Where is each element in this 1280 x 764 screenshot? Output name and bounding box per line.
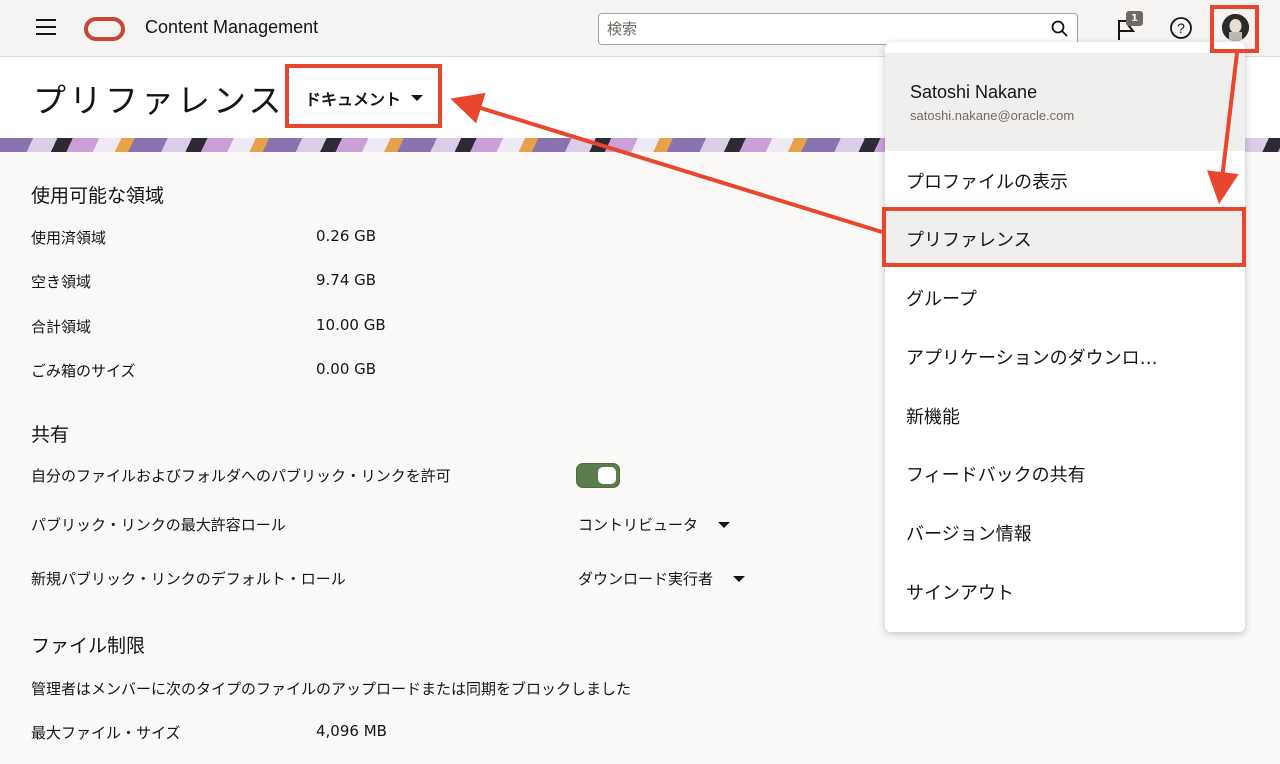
total-space-label: 合計領域 (31, 318, 92, 336)
highlight-preferences-item (882, 207, 1246, 267)
default-role-select[interactable]: ダウンロード実行者 (578, 568, 746, 589)
help-icon[interactable]: ? (1169, 16, 1193, 40)
search-input[interactable] (599, 14, 1039, 44)
user-name: Satoshi Nakane (910, 82, 1038, 102)
default-role-value: ダウンロード実行者 (578, 570, 714, 588)
user-email: satoshi.nakane@oracle.com (910, 108, 1075, 123)
page-title: プリファレンス (33, 81, 285, 120)
menu-item-download-apps[interactable]: アプリケーションのダウンロ… (885, 327, 1245, 385)
search-icon[interactable] (1051, 20, 1069, 38)
menu-item-label: グループ (906, 289, 977, 310)
menu-item-share-feedback[interactable]: フィードバックの共有 (885, 444, 1245, 502)
user-menu-header: Satoshi Nakane satoshi.nakane@oracle.com (885, 53, 1245, 151)
free-space-value: 9.74 GB (316, 271, 377, 289)
hamburger-icon[interactable] (36, 19, 58, 37)
menu-item-view-profile[interactable]: プロファイルの表示 (885, 151, 1245, 209)
menu-item-label: バージョン情報 (906, 524, 1032, 545)
menu-item-label: アプリケーションのダウンロ… (906, 348, 1158, 369)
free-space-label: 空き領域 (31, 273, 92, 291)
used-space-value: 0.26 GB (316, 227, 377, 245)
app-title: Content Management (145, 17, 319, 37)
menu-item-label: フィードバックの共有 (906, 465, 1086, 486)
total-space-value: 10.00 GB (316, 316, 386, 334)
oracle-logo[interactable] (84, 17, 125, 41)
notification-badge: 1 (1126, 11, 1143, 26)
used-space-label: 使用済領域 (31, 229, 107, 247)
chevron-down-icon (733, 575, 746, 582)
menu-item-whats-new[interactable]: 新機能 (885, 386, 1245, 444)
max-file-size-value: 4,096 MB (316, 722, 387, 740)
max-role-select[interactable]: コントリビュータ (578, 514, 731, 535)
menu-item-label: サインアウト (906, 583, 1014, 604)
default-role-label: 新規パブリック・リンクのデフォルト・ロール (31, 570, 346, 588)
storage-section-title: 使用可能な領域 (31, 185, 165, 207)
menu-item-label: プロファイルの表示 (906, 172, 1068, 193)
allow-public-links-toggle[interactable] (576, 463, 620, 488)
svg-text:?: ? (1177, 20, 1185, 36)
highlight-avatar (1210, 5, 1259, 53)
max-role-label: パブリック・リンクの最大許容ロール (31, 516, 286, 534)
menu-item-groups[interactable]: グループ (885, 268, 1245, 326)
sharing-section-title: 共有 (31, 424, 70, 446)
chevron-down-icon (718, 521, 731, 528)
search-box[interactable] (598, 13, 1078, 45)
menu-item-about[interactable]: バージョン情報 (885, 503, 1245, 561)
menu-item-sign-out[interactable]: サインアウト (885, 562, 1245, 620)
max-role-value: コントリビュータ (578, 516, 699, 534)
allow-public-links-label: 自分のファイルおよびフォルダへのパブリック・リンクを許可 (31, 467, 451, 485)
toggle-knob (598, 467, 616, 484)
menu-item-label: 新機能 (906, 407, 960, 428)
trash-size-value: 0.00 GB (316, 360, 377, 378)
blocked-files-text: 管理者はメンバーに次のタイプのファイルのアップロードまたは同期をブロックしました (31, 680, 632, 698)
file-limits-section-title: ファイル制限 (31, 635, 146, 657)
user-menu: Satoshi Nakane satoshi.nakane@oracle.com… (885, 42, 1245, 632)
max-file-size-label: 最大ファイル・サイズ (31, 724, 181, 742)
highlight-section-dropdown (285, 64, 442, 128)
trash-size-label: ごみ箱のサイズ (31, 362, 136, 380)
